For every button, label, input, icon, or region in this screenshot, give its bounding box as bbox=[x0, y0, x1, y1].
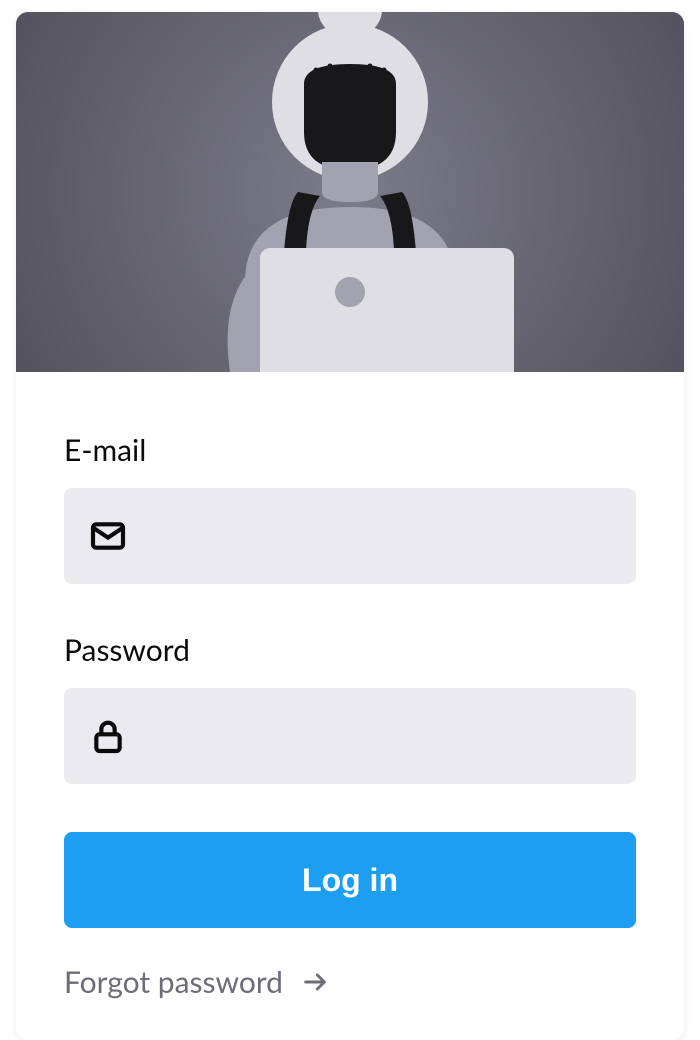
password-label: Password bbox=[64, 632, 636, 668]
password-input-wrapper[interactable] bbox=[64, 688, 636, 784]
login-button[interactable]: Log in bbox=[64, 832, 636, 928]
forgot-password-label: Forgot password bbox=[64, 964, 283, 1000]
lock-icon bbox=[88, 716, 128, 756]
email-field-group: E-mail bbox=[64, 432, 636, 584]
email-input[interactable] bbox=[128, 488, 612, 584]
login-form: E-mail Password bbox=[16, 372, 684, 1040]
arrow-right-icon bbox=[301, 968, 329, 996]
hero-illustration bbox=[16, 12, 684, 372]
email-label: E-mail bbox=[64, 432, 636, 468]
password-input[interactable] bbox=[128, 688, 612, 784]
email-input-wrapper[interactable] bbox=[64, 488, 636, 584]
mail-icon bbox=[88, 516, 128, 556]
login-card: E-mail Password bbox=[16, 12, 684, 1040]
person-laptop-illustration bbox=[120, 12, 580, 372]
password-field-group: Password bbox=[64, 632, 636, 784]
forgot-password-link[interactable]: Forgot password bbox=[64, 964, 329, 1000]
